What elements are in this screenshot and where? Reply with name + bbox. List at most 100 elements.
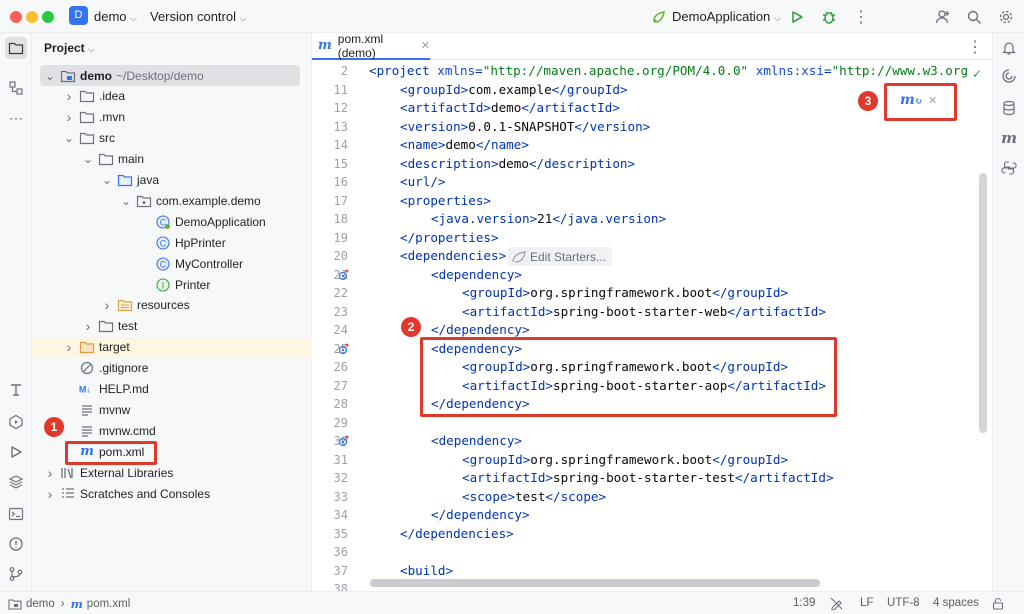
- code-line: <scope>test</scope>: [462, 489, 606, 504]
- line-number: 22: [333, 286, 348, 300]
- tree-item[interactable]: ⌄ src: [32, 128, 312, 149]
- chevron-right-icon[interactable]: ›: [63, 88, 75, 104]
- run-tool-icon[interactable]: [5, 441, 27, 463]
- dependency-gutter-icon[interactable]: [338, 268, 350, 284]
- chevron-down-icon: ⌵: [773, 13, 781, 23]
- maven-tool-icon[interactable]: m: [998, 127, 1020, 149]
- chevron-down-icon[interactable]: ⌄: [44, 70, 56, 82]
- project-badge[interactable]: D: [69, 6, 88, 25]
- chevron-right-icon[interactable]: ›: [44, 465, 56, 481]
- tree-item[interactable]: mvnw: [32, 399, 312, 420]
- xml-tag: =: [475, 63, 483, 78]
- xml-tag: <dependencies>: [400, 248, 507, 263]
- chevron-right-icon[interactable]: ›: [63, 109, 75, 125]
- vertical-scrollbar[interactable]: [979, 173, 987, 433]
- minimize-window-button[interactable]: [26, 11, 38, 23]
- tree-item[interactable]: › test: [32, 316, 312, 337]
- tree-item-label: .gitignore: [99, 361, 149, 376]
- vcs-selector[interactable]: Version control ⌵: [150, 9, 246, 24]
- close-tab-icon[interactable]: ✕: [421, 39, 430, 52]
- more-actions-icon[interactable]: ⋮: [850, 6, 872, 28]
- run-config-selector[interactable]: DemoApplication ⌵: [672, 9, 781, 24]
- tab-pom-xml[interactable]: m pom.xml (demo) ✕: [312, 32, 430, 60]
- tree-item[interactable]: ⌄ demo ~/Desktop/demo: [40, 65, 300, 86]
- tree-item[interactable]: › .idea: [32, 86, 312, 107]
- terminal-tool-icon[interactable]: [5, 503, 27, 525]
- debug-icon[interactable]: [818, 6, 840, 28]
- breadcrumb-file: pom.xml: [86, 598, 131, 610]
- project-selector[interactable]: demo ⌵: [94, 9, 137, 24]
- tree-item[interactable]: ⌄ main: [32, 149, 312, 170]
- inspection-ok-icon[interactable]: ✓: [972, 67, 982, 81]
- chevron-down-icon[interactable]: ⌄: [120, 195, 132, 207]
- ignore-file-icon: [79, 360, 95, 376]
- git-tool-icon[interactable]: [5, 563, 27, 585]
- dependency-gutter-icon[interactable]: [338, 342, 350, 358]
- build-tool-icon[interactable]: [5, 379, 27, 401]
- structure-tool-icon[interactable]: [5, 77, 27, 99]
- annotation-badge-2: 2: [401, 317, 421, 337]
- breadcrumb-root: demo: [26, 598, 55, 610]
- lock-icon[interactable]: [992, 597, 1004, 613]
- tree-item[interactable]: › External Libraries: [32, 462, 312, 483]
- python-console-icon[interactable]: [998, 157, 1020, 179]
- add-user-icon[interactable]: [932, 6, 954, 28]
- more-tools-icon[interactable]: ⋯: [5, 107, 27, 129]
- search-icon[interactable]: [963, 6, 985, 28]
- chevron-right-icon[interactable]: ›: [101, 297, 113, 313]
- tree-item[interactable]: C DemoApplication: [32, 211, 312, 232]
- tree-item[interactable]: C MyController: [32, 253, 312, 274]
- line-number: 23: [333, 304, 348, 319]
- breadcrumb[interactable]: demo › m pom.xml: [8, 597, 130, 611]
- dependency-gutter-icon[interactable]: [338, 435, 350, 450]
- indent-setting[interactable]: 4 spaces: [933, 597, 979, 609]
- tab-options-icon[interactable]: ⋮: [967, 37, 983, 57]
- maven-reload-icon[interactable]: m↻: [900, 92, 922, 108]
- services-tool-icon[interactable]: [5, 411, 27, 433]
- tree-item[interactable]: C HpPrinter: [32, 232, 312, 253]
- horizontal-scrollbar[interactable]: [370, 579, 820, 587]
- read-only-toggle-icon[interactable]: [830, 597, 843, 613]
- chevron-down-icon[interactable]: ⌄: [63, 132, 75, 144]
- chevron-right-icon[interactable]: ›: [82, 318, 94, 334]
- run-icon[interactable]: [786, 6, 808, 28]
- project-tool-icon[interactable]: [5, 37, 27, 59]
- layers-tool-icon[interactable]: [5, 471, 27, 493]
- maximize-window-button[interactable]: [42, 11, 54, 23]
- tree-item[interactable]: ⌄ com.example.demo: [32, 190, 312, 211]
- settings-gear-icon[interactable]: [995, 6, 1017, 28]
- tree-item[interactable]: ⌄ java: [32, 170, 312, 191]
- edit-starters-hint[interactable]: Edit Starters...: [508, 247, 613, 266]
- file-encoding[interactable]: UTF-8: [887, 597, 920, 609]
- tree-item-label: demo: [80, 68, 113, 83]
- tree-item[interactable]: I Printer: [32, 274, 312, 295]
- project-panel-title[interactable]: Project ⌵: [44, 41, 95, 55]
- tree-item[interactable]: › target: [32, 336, 312, 358]
- caret-position[interactable]: 1:39: [793, 597, 815, 609]
- close-popup-icon[interactable]: ✕: [928, 94, 937, 107]
- tree-item[interactable]: › .mvn: [32, 107, 312, 128]
- tree-item[interactable]: M↓ HELP.md: [32, 379, 312, 400]
- close-window-button[interactable]: [10, 11, 22, 23]
- tree-item-label: main: [118, 152, 145, 167]
- notifications-icon[interactable]: [998, 37, 1020, 59]
- ai-assistant-icon[interactable]: [998, 65, 1020, 87]
- chevron-right-icon[interactable]: ›: [63, 339, 75, 355]
- left-tool-strip: ⋯: [0, 33, 32, 591]
- maven-icon: m: [318, 38, 332, 53]
- tree-item[interactable]: › resources: [32, 295, 312, 316]
- tree-item-path: ~/Desktop/demo: [116, 68, 204, 83]
- chevron-down-icon[interactable]: ⌄: [101, 174, 113, 186]
- tree-item[interactable]: mvnw.cmd: [32, 420, 312, 441]
- database-icon[interactable]: [998, 97, 1020, 119]
- chevron-down-icon[interactable]: ⌄: [82, 153, 94, 165]
- tree-item[interactable]: › Scratches and Consoles: [32, 483, 312, 504]
- code-line: <groupId>org.springframework.boot</group…: [462, 285, 788, 300]
- tree-item[interactable]: .gitignore: [32, 358, 312, 379]
- code-line: </dependencies>: [400, 526, 514, 541]
- line-separator[interactable]: LF: [860, 597, 873, 609]
- problems-tool-icon[interactable]: [5, 533, 27, 555]
- code-line: <artifactId>spring-boot-starter-web</art…: [462, 304, 826, 319]
- chevron-right-icon[interactable]: ›: [44, 486, 56, 502]
- xml-tag: </dependency>: [431, 507, 530, 522]
